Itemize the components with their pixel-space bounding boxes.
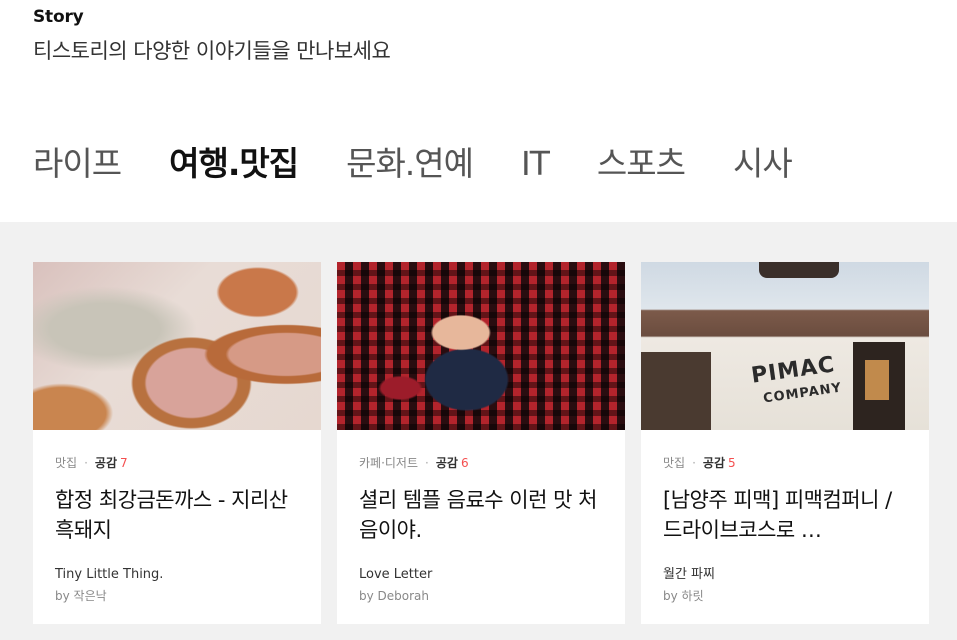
story-card[interactable]: 카페·디저트 · 공감 6 셜리 템플 음료수 이런 맛 처음이야. Love Let… xyxy=(337,262,625,624)
card-title[interactable]: [남양주 피맥] 피맥컴퍼니 / 드라이브코스로 … xyxy=(663,485,907,545)
story-header: Story 티스토리의 다양한 이야기들을 만나보세요 xyxy=(33,6,391,64)
card-category[interactable]: 카페·디저트 xyxy=(359,456,418,470)
likes-count: 7 xyxy=(120,456,128,470)
card-title[interactable]: 셜리 템플 음료수 이런 맛 처음이야. xyxy=(359,485,603,545)
likes-label: 공감 xyxy=(435,456,458,470)
author-name: by 하릿 xyxy=(663,589,704,603)
baby-drink-thumbnail[interactable] xyxy=(337,262,625,430)
blog-name[interactable]: Love Letter xyxy=(359,567,603,583)
tab-life[interactable]: 라이프 xyxy=(33,144,122,184)
tab-sports[interactable]: 스포츠 xyxy=(597,144,686,184)
tab-it[interactable]: IT xyxy=(521,144,550,184)
restaurant-storefront-thumbnail[interactable]: PIMAC COMPANY xyxy=(641,262,929,430)
likes-count: 5 xyxy=(728,456,736,470)
card-meta: 맛집 · 공감 5 xyxy=(663,456,736,470)
story-subtitle: 티스토리의 다양한 이야기들을 만나보세요 xyxy=(33,39,391,63)
likes-label: 공감 xyxy=(702,456,726,470)
roof-sign-shape xyxy=(759,262,839,278)
card-meta: 카페·디저트 · 공감 6 xyxy=(359,456,469,470)
category-tabs: 라이프 여행.맛집 문화.연예 IT 스포츠 시사 xyxy=(33,140,840,184)
card-category[interactable]: 맛집 xyxy=(663,456,685,470)
window-shape xyxy=(641,352,711,430)
author-name: by Deborah xyxy=(359,589,430,603)
tab-travel-food[interactable]: 여행.맛집 xyxy=(169,144,299,184)
author-name: by 작은낙 xyxy=(55,589,107,603)
pork-cutlet-thumbnail[interactable] xyxy=(33,262,321,430)
card-title[interactable]: 합정 최강금돈까스 - 지리산 흑돼지 xyxy=(55,485,299,545)
card-meta: 맛집 · 공감 7 xyxy=(55,456,128,470)
story-card[interactable]: 맛집 · 공감 7 합정 최강금돈까스 - 지리산 흑돼지 Tiny Little T… xyxy=(33,262,321,624)
door-shape xyxy=(853,342,905,430)
likes-count: 6 xyxy=(460,456,469,470)
card-category[interactable]: 맛집 xyxy=(55,456,77,470)
blog-name[interactable]: 월간 파찌 xyxy=(663,567,907,583)
tab-culture[interactable]: 문화.연예 xyxy=(346,144,474,184)
tab-current-affairs[interactable]: 시사 xyxy=(733,144,793,184)
blog-name[interactable]: Tiny Little Thing. xyxy=(55,567,299,583)
story-label: Story xyxy=(33,7,84,27)
story-card[interactable]: PIMAC COMPANY 맛집 · 공감 5 [남양주 피맥] 피맥컴퍼니 / 드라… xyxy=(641,262,929,624)
likes-label: 공감 xyxy=(94,456,118,470)
